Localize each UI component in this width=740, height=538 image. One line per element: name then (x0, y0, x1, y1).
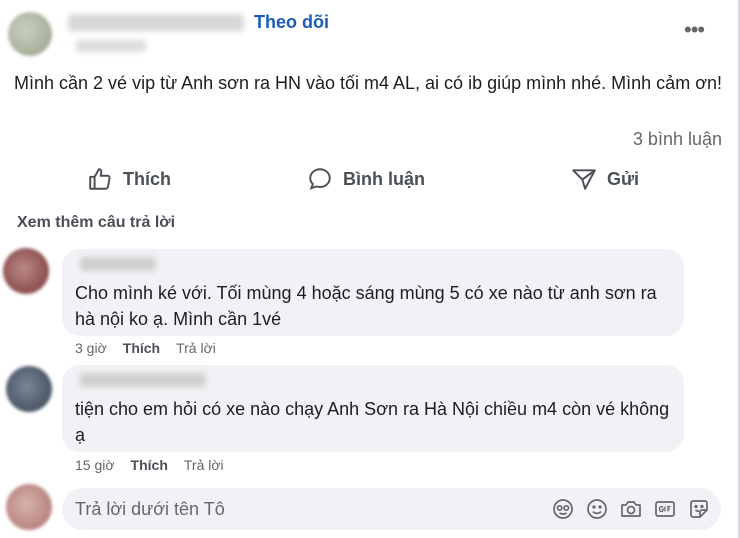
author-avatar[interactable] (8, 12, 52, 56)
post-meta-blurred (76, 40, 146, 52)
comment-meta: 3 giờ Thích Trả lời (75, 340, 216, 356)
smiley-icon[interactable] (585, 497, 609, 521)
comment-meta: 15 giờ Thích Trả lời (75, 457, 224, 473)
follow-button[interactable]: Theo dõi (254, 12, 329, 33)
comment-bubble: tiện cho em hỏi có xe nào chạy Anh Sơn r… (62, 365, 684, 452)
commenter-name-blurred[interactable] (80, 373, 206, 387)
camera-icon[interactable] (619, 497, 643, 521)
comment-like-button[interactable]: Thích (123, 340, 160, 356)
send-arrow-icon (572, 169, 596, 190)
comment-count[interactable]: 3 bình luận (633, 129, 722, 150)
send-button[interactable]: Gửi (571, 162, 639, 196)
comment-text: tiện cho em hỏi có xe nào chạy Anh Sơn r… (75, 399, 670, 445)
commenter-avatar[interactable] (6, 366, 52, 412)
reply-toolbar (551, 497, 711, 521)
reply-input[interactable]: Trả lời dưới tên Tô (62, 488, 721, 530)
comment-bubble: Cho mình ké với. Tối mùng 4 hoặc sáng mù… (62, 249, 684, 336)
thumbs-up-icon (89, 168, 111, 190)
avatar-sticker-icon[interactable] (551, 497, 575, 521)
commenter-name-blurred[interactable] (80, 257, 156, 271)
see-more-replies[interactable]: Xem thêm câu trả lời (17, 214, 175, 232)
commenter-avatar[interactable] (3, 248, 49, 294)
comment-time[interactable]: 15 giờ (75, 457, 115, 473)
post-text: Mình cần 2 vé vip từ Anh sơn ra HN vào t… (14, 73, 723, 93)
comment-text: Cho mình ké với. Tối mùng 4 hoặc sáng mù… (75, 283, 657, 329)
comment-reply-button[interactable]: Trả lời (184, 457, 224, 473)
like-label: Thích (123, 168, 171, 189)
comment-bubble-icon (309, 168, 331, 190)
comment-time[interactable]: 3 giờ (75, 340, 107, 356)
post-header: Theo dõi ••• (0, 0, 740, 60)
comment-button[interactable]: Bình luận (307, 162, 425, 196)
reply-placeholder: Trả lời dưới tên Tô (75, 499, 225, 519)
gif-icon[interactable] (653, 497, 677, 521)
comment-label: Bình luận (343, 168, 425, 189)
sticker-icon[interactable] (687, 497, 711, 521)
more-options-icon[interactable]: ••• (684, 19, 705, 41)
current-user-avatar (6, 484, 52, 530)
send-label: Gửi (607, 168, 640, 189)
author-name-blurred[interactable] (68, 14, 244, 31)
comment-reply-button[interactable]: Trả lời (176, 340, 216, 356)
like-button[interactable]: Thích (87, 162, 171, 196)
comment-like-button[interactable]: Thích (131, 457, 168, 473)
